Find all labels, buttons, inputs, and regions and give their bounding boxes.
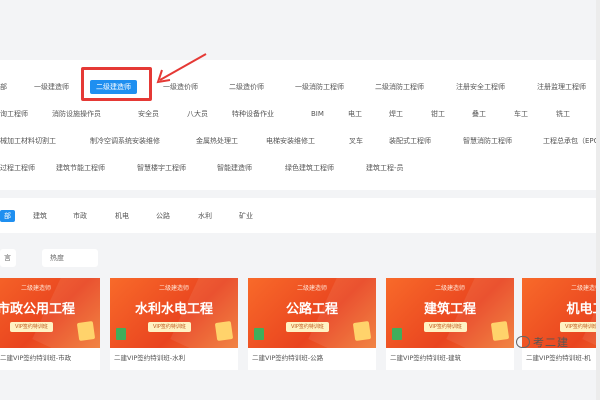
tag-item[interactable]: 过程工程师 — [0, 161, 35, 175]
watermark-text: 考二建 — [533, 336, 569, 349]
subject-mining[interactable]: 矿业 — [239, 210, 253, 222]
course-card-subtitle: 二级建造师 — [158, 285, 189, 292]
red-pointer-arrow-icon — [156, 53, 207, 84]
certificate-icon — [352, 320, 372, 342]
tag-item[interactable]: 金属热处理工 — [196, 134, 238, 148]
course-card-badge: VIP签约特训班 — [560, 322, 596, 332]
category-second-class-cost-engineer[interactable]: 二级造价师 — [229, 79, 264, 95]
course-card-subtitle: 二级建造师 — [434, 285, 465, 292]
tag-item[interactable]: 询工程师 — [0, 107, 28, 121]
tag-item[interactable]: 焊工 — [389, 107, 403, 121]
course-card-banner: 二级建造师 水利水电工程 VIP签约特训班 — [110, 278, 238, 348]
sort-default-button[interactable]: 言 — [0, 249, 16, 267]
tag-item[interactable]: 智慧消防工程师 — [463, 134, 512, 148]
wechat-icon — [516, 336, 530, 348]
course-card-caption[interactable]: 二建VIP签约特训班-市政 — [0, 352, 100, 362]
tag-item[interactable]: 电梯安装维修工 — [266, 134, 315, 148]
course-card-title: 机电工 — [566, 302, 596, 317]
course-card[interactable]: 二级建造师 水利水电工程 VIP签约特训班 二建VIP签约特训班-水利 — [110, 278, 238, 370]
book-icon — [116, 328, 126, 340]
tag-item[interactable]: 绿色建筑工程师 — [285, 161, 334, 175]
course-card[interactable]: 二级建造师 公路工程 VIP签约特训班 二建VIP签约特训班-公路 — [248, 278, 376, 370]
category-supervision-engineer[interactable]: 注册监理工程师 — [537, 79, 586, 95]
tag-item[interactable]: 制冷空调系统安装维修 — [90, 134, 160, 148]
tag-item[interactable]: 电工 — [348, 107, 362, 121]
course-card-caption[interactable]: 二建VIP签约特训班-建筑 — [386, 352, 514, 362]
category-safety-engineer[interactable]: 注册安全工程师 — [456, 79, 505, 95]
tag-item[interactable]: 消防设施操作员 — [52, 107, 101, 121]
certificate-icon — [214, 320, 234, 342]
course-card-title: 建筑工程 — [423, 302, 476, 317]
course-card-title: 公路工程 — [285, 302, 338, 317]
tag-item[interactable]: 工程总承包（EPC） — [543, 134, 600, 148]
course-card-banner: 二级建造师 市政公用工程 VIP签约特训班 — [0, 278, 100, 348]
tag-item[interactable]: 建筑工程-员 — [366, 161, 404, 175]
subject-highway[interactable]: 公路 — [156, 210, 170, 222]
tag-item[interactable]: 智慧楼宇工程师 — [137, 161, 186, 175]
tag-item[interactable]: 特种设备作业 — [232, 107, 274, 121]
category-all[interactable]: 部 — [0, 79, 7, 95]
tag-item[interactable]: 安全员 — [138, 107, 159, 121]
scrollbar-track[interactable] — [596, 0, 600, 400]
tag-item[interactable]: 建筑节能工程师 — [56, 161, 105, 175]
course-card[interactable]: 二级建造师 机电工 VIP签约特训班 二建VIP签约特训班-机 — [522, 278, 596, 370]
course-card-title: 市政公用工程 — [0, 302, 75, 317]
subject-all[interactable]: 部 — [0, 210, 15, 222]
sort-popularity-button[interactable]: 热度 — [42, 249, 98, 267]
course-card-subtitle: 二级建造师 — [570, 285, 596, 292]
book-icon — [254, 328, 264, 340]
course-card-banner: 二级建造师 公路工程 VIP签约特训班 — [248, 278, 376, 348]
category-second-class-fire-engineer[interactable]: 二级消防工程师 — [375, 79, 424, 95]
subject-filter-panel — [0, 198, 600, 233]
tag-item[interactable]: 叠工 — [472, 107, 486, 121]
tag-item[interactable]: 铣工 — [556, 107, 570, 121]
watermark: 考二建 — [516, 332, 569, 352]
top-bar — [0, 0, 600, 55]
category-first-class-fire-engineer[interactable]: 一级消防工程师 — [295, 79, 344, 95]
category-first-class-constructor[interactable]: 一级建造师 — [34, 79, 69, 95]
course-card[interactable]: 二级建造师 市政公用工程 VIP签约特训班 二建VIP签约特训班-市政 — [0, 278, 100, 370]
course-card-caption[interactable]: 二建VIP签约特训班-水利 — [110, 352, 238, 362]
tag-item[interactable]: 械加工材料切割工 — [0, 134, 56, 148]
subject-water-conservancy[interactable]: 水利 — [198, 210, 212, 222]
tag-item[interactable]: 车工 — [514, 107, 528, 121]
highlight-box — [81, 67, 152, 101]
course-card-badge: VIP签约特训班 — [424, 322, 467, 332]
course-card-banner: 二级建造师 建筑工程 VIP签约特训班 — [386, 278, 514, 348]
tag-item[interactable]: BIM — [311, 107, 324, 121]
tag-item[interactable]: 叉车 — [349, 134, 363, 148]
tag-row-3: 过程工程师 建筑节能工程师 智慧楼宇工程师 智能建造师 绿色建筑工程师 建筑工程… — [0, 161, 600, 175]
course-card-badge: VIP签约特训班 — [148, 322, 191, 332]
subject-mechanical-electrical[interactable]: 机电 — [115, 210, 129, 222]
course-card-caption[interactable]: 二建VIP签约特训班-机 — [522, 352, 596, 362]
course-card-caption[interactable]: 二建VIP签约特训班-公路 — [248, 352, 376, 362]
certificate-icon — [490, 320, 510, 342]
tag-row-1: 询工程师 消防设施操作员 安全员 八大员 特种设备作业 BIM 电工 焊工 钳工… — [0, 107, 600, 121]
subject-building[interactable]: 建筑 — [33, 210, 47, 222]
certificate-icon — [76, 320, 96, 342]
tag-row-2: 械加工材料切割工 制冷空调系统安装维修 金属热处理工 电梯安装维修工 叉车 装配… — [0, 134, 600, 148]
book-icon — [392, 328, 402, 340]
course-card-subtitle: 二级建造师 — [20, 285, 51, 292]
tag-item[interactable]: 智能建造师 — [217, 161, 252, 175]
tag-item[interactable]: 钳工 — [431, 107, 445, 121]
course-card-badge: VIP签约特训班 — [286, 322, 329, 332]
tag-item[interactable]: 装配式工程师 — [389, 134, 431, 148]
subject-municipal[interactable]: 市政 — [73, 210, 87, 222]
course-card[interactable]: 二级建造师 建筑工程 VIP签约特训班 二建VIP签约特训班-建筑 — [386, 278, 514, 370]
course-card-badge: VIP签约特训班 — [10, 322, 53, 332]
tag-item[interactable]: 八大员 — [187, 107, 208, 121]
course-card-title: 水利水电工程 — [134, 302, 213, 317]
course-card-subtitle: 二级建造师 — [296, 285, 327, 292]
